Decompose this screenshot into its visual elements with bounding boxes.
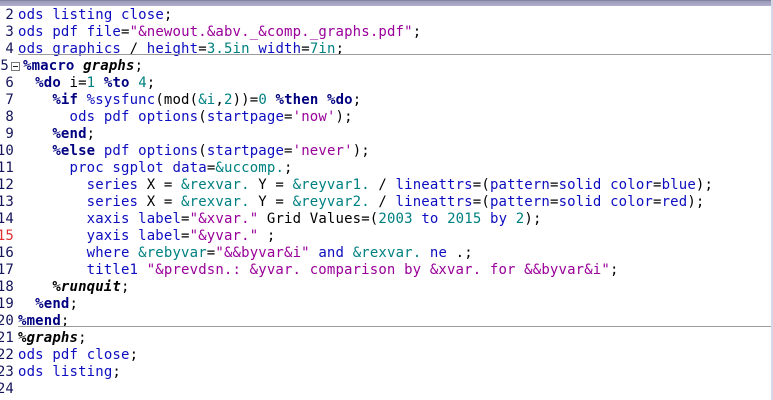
code-line[interactable]: 8 ods pdf options(startpage='now'); bbox=[0, 109, 773, 126]
code-text: where &rebyvar="&&byvar&i" and &rexvar. … bbox=[86, 245, 473, 261]
code-text: ods pdf options(startpage='now'); bbox=[69, 109, 353, 125]
code-text: series X = &rexvar. Y = &reyvar2. / line… bbox=[86, 194, 705, 210]
code-text: series X = &rexvar. Y = &reyvar1. / line… bbox=[86, 177, 714, 193]
code-line[interactable]: 14 xaxis label="&xvar." Grid Values=(200… bbox=[0, 211, 773, 228]
code-line[interactable]: 24 bbox=[0, 381, 773, 398]
code-line[interactable]: 3 ods pdf file="&newout.&abv._&comp._grap… bbox=[0, 24, 773, 41]
code-line[interactable]: 11 proc sgplot data=&uccomp.; bbox=[0, 160, 773, 177]
code-line[interactable]: 16 where &rebyvar="&&byvar&i" and &rexva… bbox=[0, 245, 773, 262]
line-number: 4 bbox=[5, 41, 14, 57]
code-line[interactable]: 19 %end; bbox=[0, 296, 773, 313]
code-text: ods pdf close; bbox=[18, 347, 139, 363]
line-number: 6 bbox=[5, 75, 14, 91]
line-number: 2 bbox=[5, 7, 14, 23]
line-number: 21 bbox=[0, 330, 14, 346]
code-line[interactable]: 23 ods listing; bbox=[0, 364, 773, 381]
line-number: 3 bbox=[5, 24, 14, 40]
code-line[interactable]: 17 title1 "&prevdsn.: &yvar. comparison … bbox=[0, 262, 773, 279]
code-line[interactable]: 6 %do i=1 %to 4; bbox=[0, 75, 773, 92]
line-number: 24 bbox=[0, 381, 14, 397]
code-line[interactable]: 7 %if %sysfunc(mod(&i,2))=0 %then %do; bbox=[0, 92, 773, 109]
line-number: 23 bbox=[0, 364, 14, 380]
code-line[interactable]: 13 series X = &rexvar. Y = &reyvar2. / l… bbox=[0, 194, 773, 211]
line-number: 5 bbox=[0, 58, 9, 74]
code-text: title1 "&prevdsn.: &yvar. comparison by … bbox=[86, 262, 619, 278]
line-number: 8 bbox=[5, 109, 14, 125]
code-line[interactable]: 4 ods graphics / height=3.5in width=7in; bbox=[0, 41, 773, 58]
code-line[interactable]: 2 ods listing close; bbox=[0, 7, 773, 24]
code-text: %else pdf options(startpage='never'); bbox=[52, 143, 370, 159]
code-text: %mend; bbox=[18, 313, 70, 329]
window-top-edge bbox=[0, 0, 773, 6]
code-text: ods pdf file="&newout.&abv._&comp._graph… bbox=[18, 24, 422, 40]
code-text: %do i=1 %to 4; bbox=[35, 75, 156, 91]
code-text: %if %sysfunc(mod(&i,2))=0 %then %do; bbox=[52, 92, 362, 108]
line-number: 15 bbox=[0, 228, 14, 244]
line-number: 17 bbox=[0, 262, 14, 278]
code-line[interactable]: 5 %macro graphs; bbox=[0, 58, 773, 75]
line-number: 13 bbox=[0, 194, 14, 210]
line-number: 22 bbox=[0, 347, 14, 363]
code-text: yaxis label="&yvar." ; bbox=[86, 228, 276, 244]
line-number: 18 bbox=[0, 279, 14, 295]
code-text: xaxis label="&xvar." Grid Values=(2003 t… bbox=[86, 211, 542, 227]
code-text: %end; bbox=[52, 126, 96, 142]
code-text: %graphs; bbox=[18, 330, 87, 346]
code-text: proc sgplot data=&uccomp.; bbox=[69, 160, 293, 176]
code-text: ods listing close; bbox=[18, 7, 173, 23]
fold-collapse-icon[interactable] bbox=[11, 62, 20, 71]
line-number: 11 bbox=[0, 160, 14, 176]
line-number: 14 bbox=[0, 211, 14, 227]
line-number: 9 bbox=[5, 126, 14, 142]
line-number: 10 bbox=[0, 143, 14, 159]
code-text: %end; bbox=[35, 296, 79, 312]
code-line[interactable]: 20 %mend; bbox=[0, 313, 773, 330]
code-text: ods listing; bbox=[18, 364, 121, 380]
code-editor[interactable]: 2 ods listing close; 3 ods pdf file="&newou… bbox=[0, 7, 773, 398]
code-line[interactable]: 9 %end; bbox=[0, 126, 773, 143]
code-line[interactable]: 10 %else pdf options(startpage='never'); bbox=[0, 143, 773, 160]
code-line[interactable]: 22 ods pdf close; bbox=[0, 347, 773, 364]
code-text: %macro graphs; bbox=[23, 58, 144, 74]
code-text: ods graphics / height=3.5in width=7in; bbox=[18, 41, 345, 57]
code-line[interactable]: 15 yaxis label="&yvar." ; bbox=[0, 228, 773, 245]
code-line[interactable]: 12 series X = &rexvar. Y = &reyvar1. / l… bbox=[0, 177, 773, 194]
line-number: 7 bbox=[5, 92, 14, 108]
line-number: 12 bbox=[0, 177, 14, 193]
line-number: 20 bbox=[0, 313, 14, 329]
code-line[interactable]: 21 %graphs; bbox=[0, 330, 773, 347]
line-number: 16 bbox=[0, 245, 14, 261]
code-line[interactable]: 18 %runquit; bbox=[0, 279, 773, 296]
code-text: %runquit; bbox=[52, 279, 130, 295]
line-number: 19 bbox=[0, 296, 14, 312]
